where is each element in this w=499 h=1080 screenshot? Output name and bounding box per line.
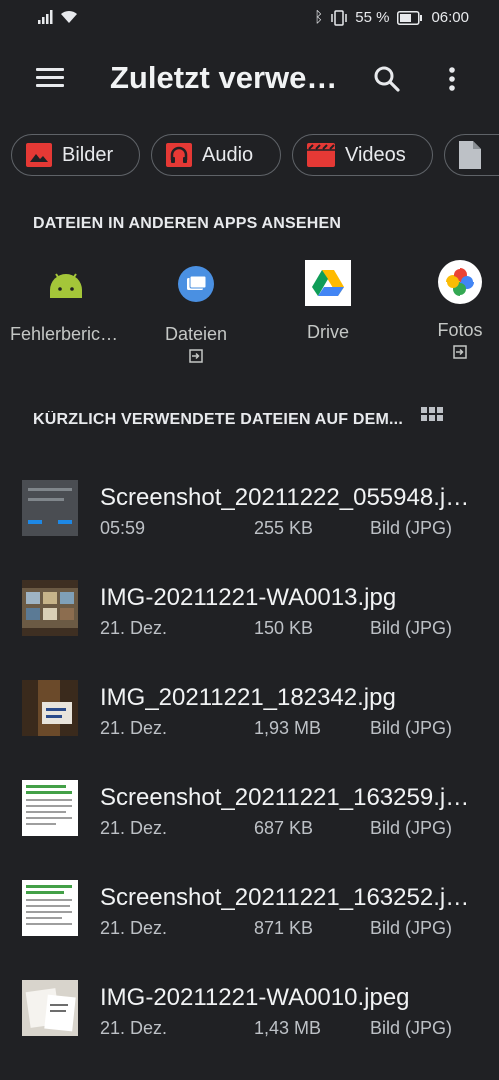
file-thumbnail	[22, 580, 78, 636]
file-row[interactable]: Screenshot_20211222_055948.jpg 05:59 255…	[0, 466, 499, 566]
file-type: Bild (JPG)	[370, 918, 453, 938]
status-left	[38, 10, 78, 24]
android-icon	[50, 273, 82, 298]
more-vert-icon[interactable]	[440, 64, 464, 94]
document-icon	[459, 141, 481, 169]
file-size: 871 KB	[254, 918, 314, 938]
file-name: IMG-20211221-WA0013.jpg	[100, 584, 397, 611]
file-thumbnail	[22, 480, 78, 536]
app-photos[interactable]: Fotos	[398, 260, 499, 364]
clock: 06:00	[431, 9, 469, 26]
search-icon[interactable]	[372, 64, 402, 94]
file-date: 21. Dez.	[100, 918, 168, 938]
apps-section-title: DATEIEN IN ANDEREN APPS ANSEHEN	[33, 215, 342, 232]
app-files[interactable]: Dateien	[134, 260, 258, 368]
menu-icon[interactable]	[36, 68, 64, 92]
battery-percent: 55 %	[355, 9, 390, 26]
file-date: 21. Dez.	[100, 818, 168, 838]
chip-videos-label: Videos	[345, 143, 406, 166]
file-type: Bild (JPG)	[370, 818, 453, 838]
file-row[interactable]: Screenshot_20211221_163252.jpg 21. Dez. …	[0, 866, 499, 966]
status-bar: ᛒ 55 % 06:00	[0, 0, 499, 36]
app-drive[interactable]: Drive	[266, 260, 390, 343]
chip-videos[interactable]: Videos	[292, 134, 433, 176]
file-type: Bild (JPG)	[370, 518, 453, 538]
category-chips: Bilder Audio Videos	[0, 134, 499, 180]
drive-icon	[312, 270, 344, 296]
vibrate-icon	[331, 9, 347, 26]
file-size: 1,43 MB	[254, 1018, 322, 1038]
app-photos-label: Fotos	[437, 320, 483, 340]
file-thumbnail	[22, 780, 78, 836]
chip-audio-label: Audio	[202, 143, 254, 166]
file-size: 150 KB	[254, 618, 314, 638]
file-size: 687 KB	[254, 818, 314, 838]
apps-row: Fehlerberichte Dateien Drive Fotos	[0, 260, 499, 370]
file-row[interactable]: IMG-20211221-WA0013.jpg 21. Dez. 150 KB …	[0, 566, 499, 666]
file-type: Bild (JPG)	[370, 618, 453, 638]
file-type: Bild (JPG)	[370, 718, 453, 738]
file-size: 255 KB	[254, 518, 314, 538]
battery-icon	[397, 10, 423, 25]
file-row[interactable]: IMG-20211221-WA0010.jpeg 21. Dez. 1,43 M…	[0, 966, 499, 1066]
status-right: ᛒ 55 % 06:00	[314, 9, 469, 26]
file-name: IMG-20211221-WA0010.jpeg	[100, 984, 410, 1011]
app-files-label: Dateien	[164, 324, 228, 344]
bluetooth-icon: ᛒ	[314, 9, 324, 26]
image-icon	[26, 143, 52, 167]
page-title: Zuletzt verwendet	[110, 60, 350, 95]
file-name: Screenshot_20211221_163252.jpg	[100, 884, 470, 911]
file-thumbnail	[22, 880, 78, 936]
file-date: 21. Dez.	[100, 718, 168, 738]
chip-images[interactable]: Bilder	[11, 134, 140, 176]
photos-icon	[446, 268, 474, 296]
file-row[interactable]: Screenshot_20211221_163259.jpg 21. Dez. …	[0, 766, 499, 866]
app-bugreports[interactable]: Fehlerberichte	[4, 260, 128, 345]
grid-view-icon[interactable]	[421, 407, 445, 429]
file-name: Screenshot_20211222_055948.jpg	[100, 484, 470, 511]
file-thumbnail	[22, 980, 78, 1036]
file-type: Bild (JPG)	[370, 1018, 453, 1038]
file-date: 21. Dez.	[100, 1018, 168, 1038]
file-date: 05:59	[100, 518, 146, 538]
file-name: Screenshot_20211221_163259.jpg	[100, 784, 470, 811]
file-date: 21. Dez.	[100, 618, 168, 638]
wifi-icon	[61, 10, 77, 23]
chip-documents[interactable]	[444, 134, 499, 176]
open-external-icon	[189, 349, 203, 363]
app-drive-label: Drive	[306, 322, 349, 342]
chip-audio[interactable]: Audio	[151, 134, 281, 176]
file-thumbnail	[22, 680, 78, 736]
file-size: 1,93 MB	[254, 718, 322, 738]
file-row[interactable]: IMG_20211221_182342.jpg 21. Dez. 1,93 MB…	[0, 666, 499, 766]
file-name: IMG_20211221_182342.jpg	[100, 684, 396, 711]
app-bugreports-label: Fehlerberichte	[10, 324, 122, 344]
chip-images-label: Bilder	[62, 143, 114, 166]
signal-icon	[38, 10, 53, 24]
recent-section-title: KÜRZLICH VERWENDETE DATEIEN AUF DEM...	[33, 411, 403, 428]
app-bar: Zuletzt verwendet	[0, 50, 499, 110]
files-icon	[178, 266, 214, 302]
video-icon	[307, 143, 335, 167]
open-external-icon	[453, 345, 467, 359]
headphones-icon	[166, 143, 192, 167]
